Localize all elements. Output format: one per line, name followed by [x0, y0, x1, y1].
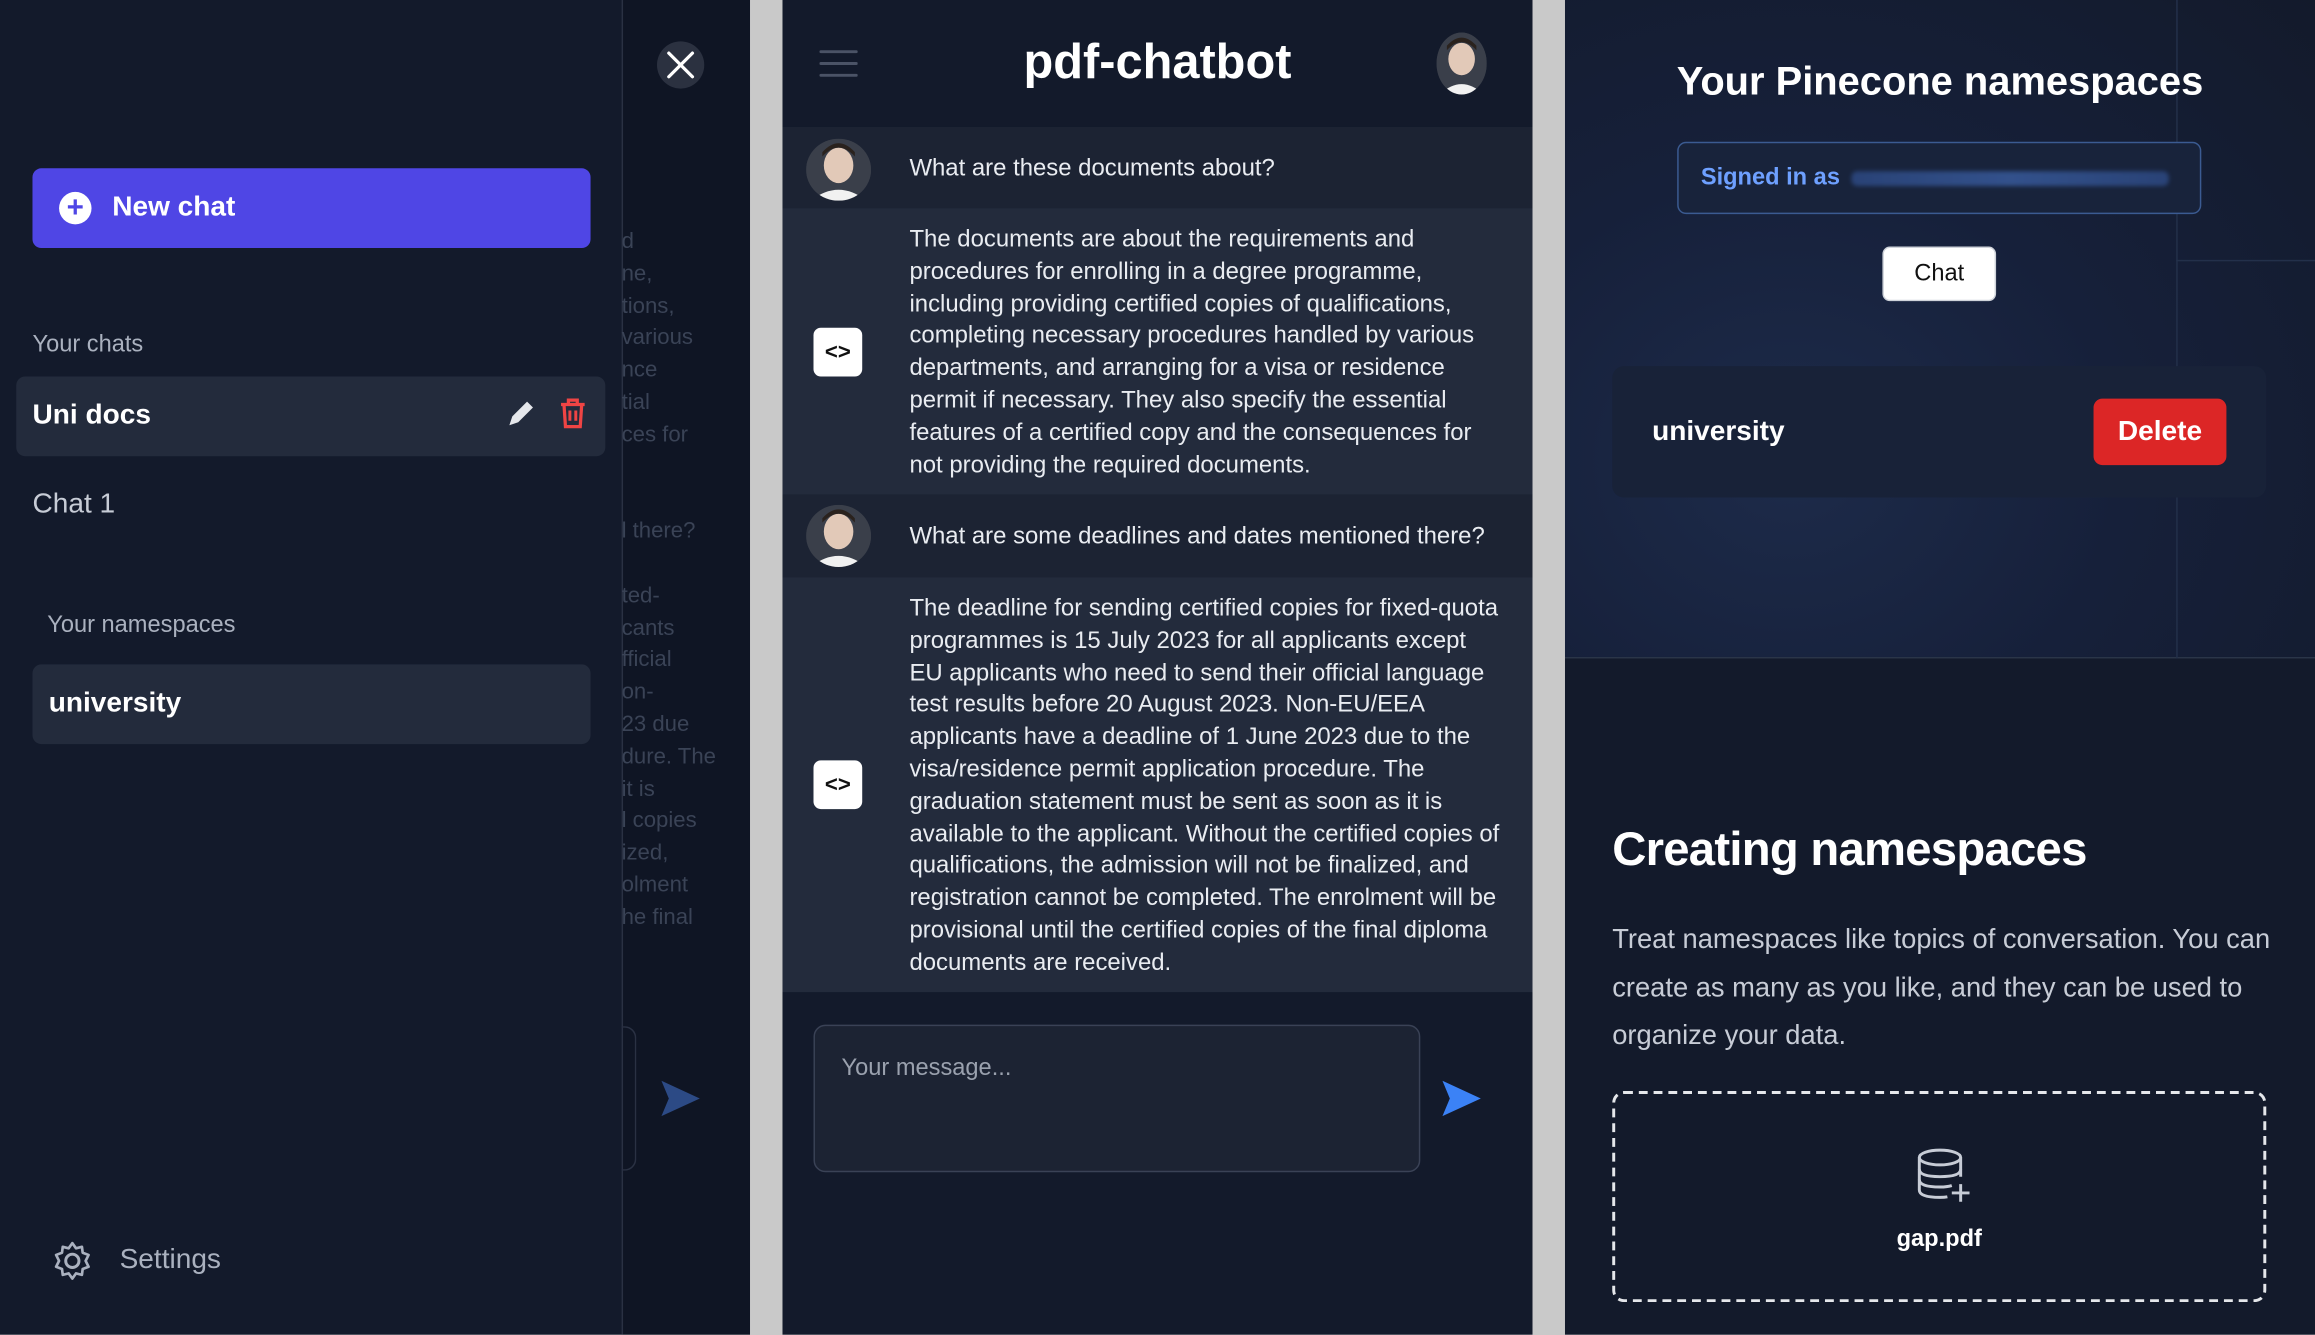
chat-message-user: What are these documents about?	[782, 126, 1533, 209]
backdrop-line: l there?	[621, 518, 696, 544]
database-add-icon	[1917, 1148, 1970, 1202]
creating-namespaces-heading: Creating namespaces	[1612, 822, 2087, 876]
gear-icon	[54, 1241, 90, 1280]
backdrop-line: various	[621, 325, 693, 351]
backdrop-line: 23 due	[621, 711, 690, 737]
backdrop-line: nce	[621, 357, 658, 383]
namespace-name: university	[1652, 416, 1785, 448]
avatar	[806, 138, 872, 201]
close-icon	[667, 51, 695, 79]
backdrop-line: d	[621, 228, 634, 254]
chat-item-label: Chat 1	[32, 488, 116, 520]
backdrop-line: on-	[621, 679, 654, 705]
chat-item-uni-docs[interactable]: Uni docs	[16, 376, 606, 457]
chat-panel: pdf-chatbot What are these documents abo…	[782, 0, 1533, 1335]
message-text: The documents are about the requirements…	[909, 225, 1475, 478]
namespace-item-university[interactable]: university	[32, 664, 591, 745]
code-icon: <>	[813, 760, 863, 810]
avatar	[806, 504, 872, 567]
divider	[2176, 259, 2315, 262]
namespace-card: university Delete	[1612, 366, 2267, 498]
namespaces-heading: Your namespaces	[47, 612, 236, 638]
code-icon: <>	[813, 327, 863, 377]
redacted-email	[1851, 170, 2170, 186]
backdrop-line	[622, 483, 750, 515]
backdrop-line: l copies	[621, 808, 697, 834]
signed-in-badge: Signed in as	[1677, 141, 2202, 215]
message-text: What are some deadlines and dates mentio…	[909, 522, 1485, 550]
send-button[interactable]	[1439, 1078, 1483, 1127]
message-input[interactable]: Your message...	[813, 1024, 1421, 1173]
chat-message-bot: <> The documents are about the requireme…	[782, 208, 1533, 495]
backdrop-line: ized,	[621, 840, 669, 866]
close-sidebar-button[interactable]	[656, 41, 705, 89]
trash-icon[interactable]	[558, 397, 588, 429]
new-chat-label: New chat	[112, 191, 236, 223]
backdrop-line: dure. The	[621, 743, 716, 769]
namespaces-panel: Your Pinecone namespaces Signed in as Ch…	[1564, 0, 2315, 1335]
backdrop-line	[622, 451, 750, 483]
plus-icon: +	[59, 191, 92, 225]
backdrop-line: tial	[621, 389, 650, 415]
backdrop-text: d ne, tions, various nce tial ces for l there? t…	[622, 226, 750, 934]
chat-item-chat-1[interactable]: Chat 1	[16, 465, 605, 545]
backdrop-send-icon	[658, 1078, 702, 1127]
backdrop-line: fficial	[621, 647, 672, 673]
page-title: pdf-chatbot	[1023, 33, 1292, 89]
backdrop-input	[621, 1026, 637, 1171]
signed-in-label: Signed in as	[1700, 164, 1840, 190]
chat-message-bot: <> The deadline for sending certified co…	[782, 577, 1533, 993]
backdrop-line: ces for	[621, 421, 689, 448]
chat-button[interactable]: Chat	[1882, 246, 1997, 302]
sidebar-panel: d ne, tions, various nce tial ces for l there? t…	[0, 0, 751, 1335]
message-text: The deadline for sending certified copie…	[909, 594, 1500, 976]
edit-icon[interactable]	[505, 397, 537, 429]
send-icon	[1442, 1080, 1481, 1117]
message-input-placeholder: Your message...	[841, 1055, 1012, 1081]
backdrop-line: olment	[621, 872, 689, 898]
backdrop-line: ne,	[621, 261, 653, 287]
file-name: gap.pdf	[1896, 1226, 1982, 1252]
chat-header: pdf-chatbot	[782, 0, 1532, 127]
message-text: What are these documents about?	[909, 155, 1275, 182]
backdrop-line	[622, 548, 750, 580]
settings-label: Settings	[119, 1244, 221, 1276]
delete-button[interactable]: Delete	[2093, 398, 2227, 466]
backdrop-line: it is	[621, 775, 655, 802]
chat-message-user: What are some deadlines and dates mentio…	[782, 494, 1533, 578]
backdrop-line: he final	[621, 904, 693, 930]
settings-button[interactable]: Settings	[52, 1240, 221, 1281]
backdrop-line: cants	[621, 615, 675, 641]
avatar[interactable]	[1436, 32, 1487, 95]
file-dropzone[interactable]: gap.pdf	[1612, 1091, 2267, 1303]
creating-namespaces-description: Treat namespaces like topics of conversa…	[1612, 922, 2271, 1050]
backdrop-line: tions,	[621, 293, 675, 319]
new-chat-button[interactable]: + New chat	[32, 168, 591, 249]
namespace-label: university	[48, 688, 182, 720]
chats-heading: Your chats	[32, 332, 144, 358]
namespaces-heading: Your Pinecone namespaces	[1676, 59, 2204, 104]
backdrop-line: ted-	[621, 582, 660, 608]
chat-item-label: Uni docs	[32, 400, 151, 432]
